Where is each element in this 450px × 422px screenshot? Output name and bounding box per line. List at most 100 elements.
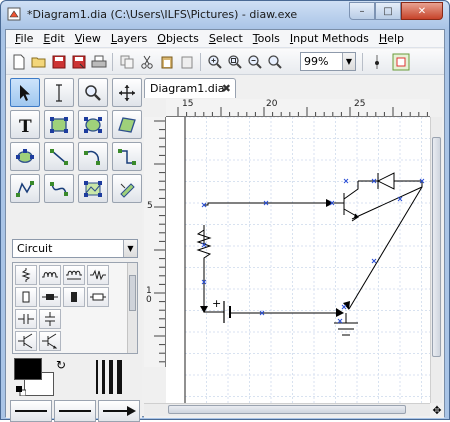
swap-colors-icon[interactable]: ↻	[56, 358, 66, 372]
scroll-tool[interactable]	[112, 78, 142, 107]
inductor-symbol[interactable]	[39, 265, 61, 285]
pointer-tool[interactable]	[10, 78, 40, 107]
toolbar-separator	[362, 53, 363, 71]
default-colors-icon[interactable]	[16, 386, 27, 397]
foreground-color-swatch[interactable]	[14, 358, 42, 380]
zigzag-line-tool[interactable]	[112, 142, 142, 171]
chevron-down-icon[interactable]: ▼	[123, 240, 137, 257]
save-as-icon[interactable]	[70, 53, 88, 71]
text-tool[interactable]: T	[10, 110, 40, 139]
new-diagram-icon[interactable]	[10, 53, 28, 71]
horizontal-scrollbar[interactable]	[144, 403, 430, 416]
vertical-scrollbar-thumb[interactable]	[432, 137, 441, 357]
text-cursor-tool[interactable]	[44, 78, 74, 107]
menu-edit[interactable]: Edit	[38, 32, 69, 45]
svg-text:+: +	[212, 297, 221, 310]
line-width-selector[interactable]	[94, 358, 138, 398]
paste-icon[interactable]	[158, 53, 176, 71]
line-tool[interactable]	[44, 142, 74, 171]
chevron-down-icon[interactable]: ▼	[342, 53, 355, 70]
menu-view[interactable]: View	[70, 32, 106, 45]
print-icon[interactable]	[90, 53, 108, 71]
arrowhead	[326, 199, 334, 207]
resistor-horizontal-symbol[interactable]	[87, 265, 109, 285]
zoom-fit-icon[interactable]	[226, 53, 244, 71]
copy-icon[interactable]	[118, 53, 136, 71]
arc-tool[interactable]	[78, 142, 108, 171]
menu-input-methods[interactable]: Input Methods	[285, 32, 374, 45]
tab-label: Diagram1.dia	[150, 82, 225, 95]
sheet-scrollbar-thumb[interactable]	[129, 275, 136, 311]
circuit-diagram: +	[184, 117, 430, 403]
menu-bar: File Edit View Layers Objects Select Tools Inpu…	[6, 30, 444, 48]
menu-layers[interactable]: Layers	[106, 32, 152, 45]
wire-segment	[348, 186, 423, 310]
menu-objects[interactable]: Objects	[152, 32, 204, 45]
polyline-tool[interactable]	[10, 174, 40, 203]
menu-tools[interactable]: Tools	[248, 32, 285, 45]
svg-text:T: T	[19, 117, 32, 134]
line-width-icon	[96, 360, 122, 394]
image-tool[interactable]	[78, 174, 108, 203]
capacitor-vertical-symbol[interactable]	[15, 287, 37, 307]
show-grid-icon[interactable]	[392, 53, 410, 71]
fuse-symbol[interactable]	[39, 287, 61, 307]
capacitor-vertical-alt-symbol[interactable]	[39, 309, 61, 329]
ellipse-tool[interactable]	[78, 110, 108, 139]
maximize-button[interactable]: □	[375, 2, 401, 20]
window-title: *Diagram1.dia (C:\Users\ILFS\Pictures) -…	[27, 8, 298, 21]
resistor-vertical-symbol[interactable]	[15, 265, 37, 285]
magnify-tool[interactable]	[78, 78, 108, 107]
bezierline-tool[interactable]	[44, 174, 74, 203]
beziergon-tool[interactable]	[10, 142, 40, 171]
ruler-v-tick-label: 5	[147, 201, 153, 211]
sheet-selector[interactable]: Circuit ▼	[12, 239, 138, 258]
sheet-scrollbar[interactable]	[127, 263, 137, 353]
pnp-transistor-symbol[interactable]	[39, 331, 61, 351]
dia-app-icon	[7, 7, 21, 21]
end-arrow-selector[interactable]	[98, 400, 140, 422]
snap-to-grid-icon[interactable]	[368, 53, 386, 71]
line-style-selector[interactable]	[54, 400, 96, 422]
inductor-alt-symbol[interactable]	[63, 265, 85, 285]
close-window-button[interactable]: ✕	[401, 2, 443, 20]
start-arrow-selector[interactable]	[10, 400, 52, 422]
tab-diagram1[interactable]: Diagram1.dia ✖	[144, 78, 236, 98]
zoom-actual-icon[interactable]	[266, 53, 284, 71]
save-icon[interactable]	[50, 53, 68, 71]
circuit-sheet-objects	[12, 262, 138, 354]
zoom-out-icon[interactable]	[246, 53, 264, 71]
delete-icon[interactable]	[178, 53, 196, 71]
close-tab-icon[interactable]: ✖	[222, 82, 231, 95]
open-file-icon[interactable]	[30, 53, 48, 71]
diagram-canvas[interactable]: +	[166, 117, 430, 403]
transistor-component[interactable]	[334, 181, 359, 222]
diode-component[interactable]	[358, 172, 422, 190]
vertical-scrollbar[interactable]	[430, 117, 442, 403]
horizontal-scrollbar-thumb[interactable]	[168, 405, 406, 414]
ruler-v-tick-label: 10	[146, 286, 152, 305]
toolbar-separator	[112, 53, 113, 71]
capacitor-symbol[interactable]	[15, 309, 37, 329]
horizontal-ruler: 15 20 25	[166, 99, 430, 117]
toolbox-panel: T Circuit ▼ ↻	[6, 76, 142, 422]
zoom-combo[interactable]: 99% ▼	[300, 52, 356, 71]
lamp-symbol[interactable]	[63, 287, 85, 307]
client-area: File Edit View Layers Objects Select Tools Inpu…	[5, 29, 445, 422]
diagram-pane: Diagram1.dia ✖ 15 20 25 5 10 15	[144, 76, 444, 418]
menu-file[interactable]: File	[10, 32, 38, 45]
box-tool[interactable]	[44, 110, 74, 139]
outline-tool[interactable]	[112, 174, 142, 203]
minimize-button[interactable]: –	[349, 2, 375, 20]
navigation-move-icon[interactable]: ✥	[431, 404, 443, 417]
npn-transistor-symbol[interactable]	[15, 331, 37, 351]
zoom-in-icon[interactable]	[206, 53, 224, 71]
resistor-box-symbol[interactable]	[87, 287, 109, 307]
polygon-tool[interactable]	[112, 110, 142, 139]
main-toolbar: 99% ▼	[6, 49, 444, 75]
sheet-selected-label: Circuit	[17, 242, 53, 255]
menu-select[interactable]: Select	[204, 32, 248, 45]
title-bar[interactable]: *Diagram1.dia (C:\Users\ILFS\Pictures) -…	[1, 1, 449, 29]
menu-help[interactable]: Help	[374, 32, 409, 45]
cut-icon[interactable]	[138, 53, 156, 71]
